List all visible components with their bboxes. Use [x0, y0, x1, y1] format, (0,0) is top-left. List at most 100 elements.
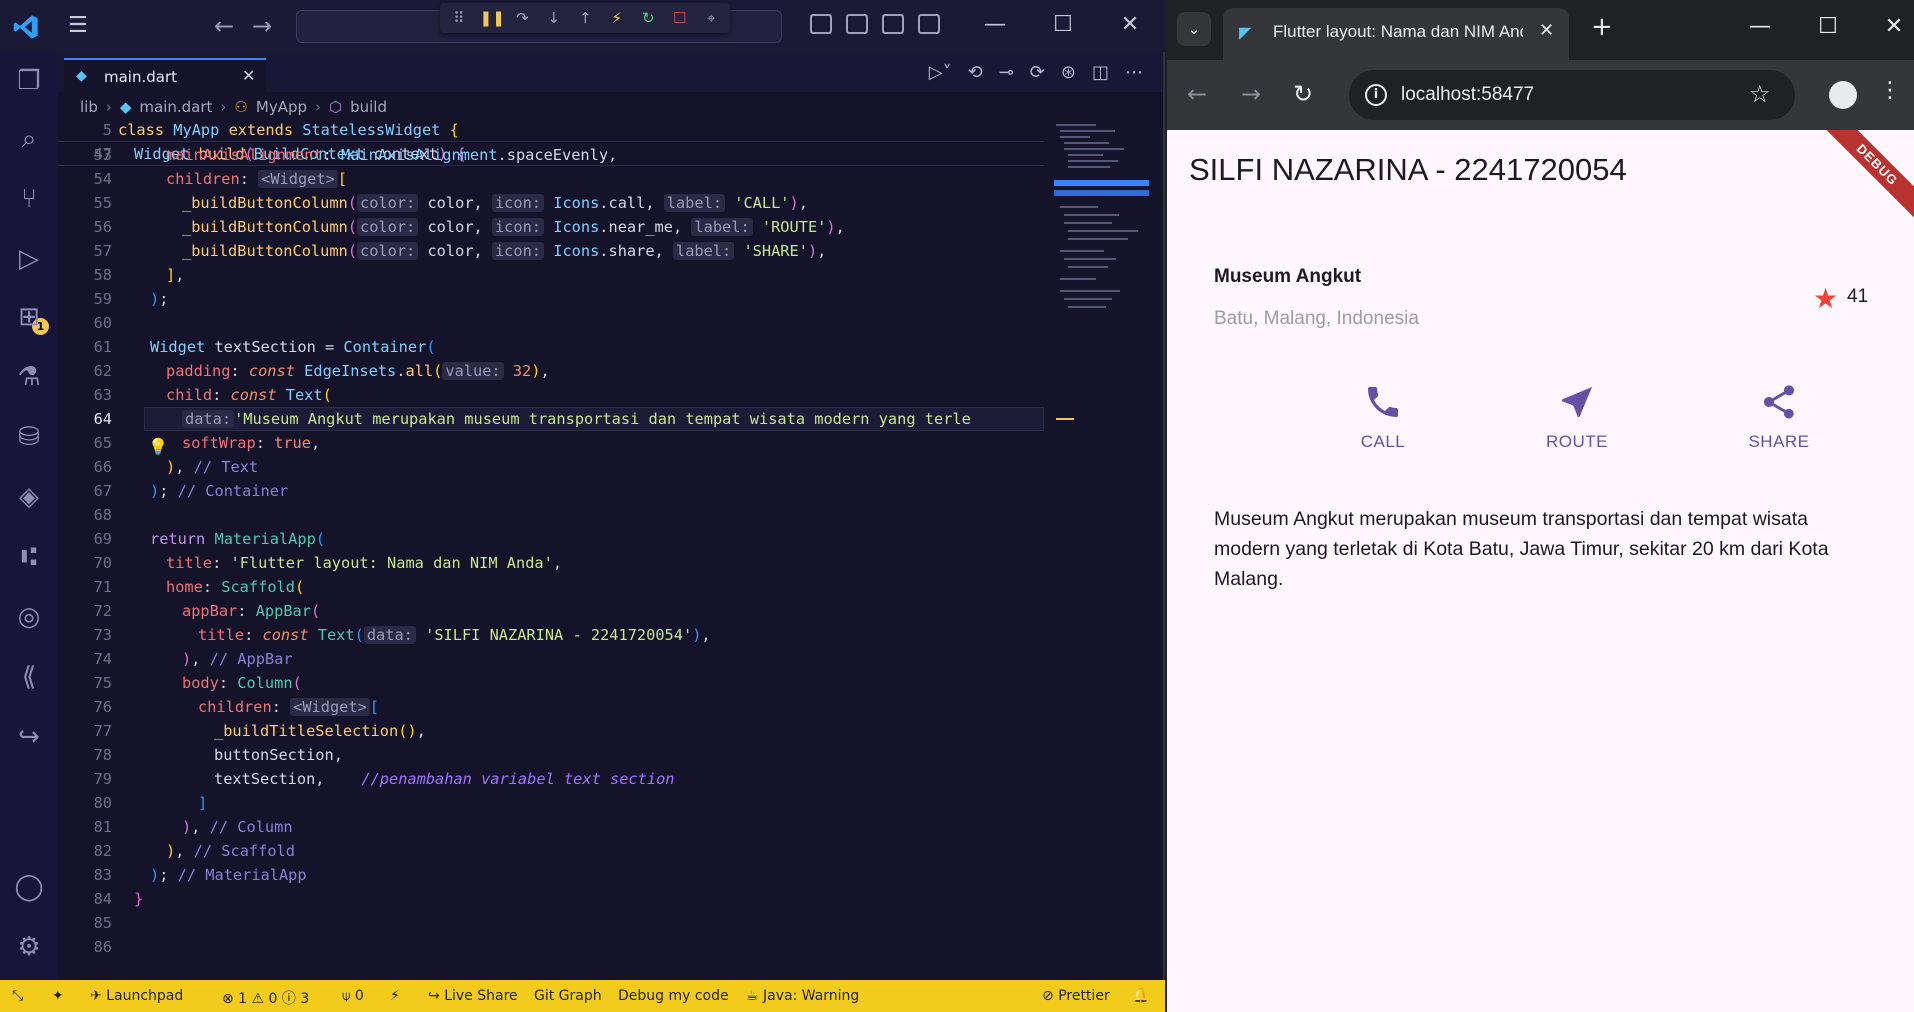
site-info-icon[interactable]: i [1365, 84, 1387, 106]
open-changes-icon[interactable]: ⊛ [1061, 62, 1076, 83]
tab-search-chevron-icon[interactable]: ⌄ [1177, 12, 1211, 46]
step-over-icon[interactable]: ↷ [512, 7, 534, 29]
route-button[interactable]: ROUTE [1517, 382, 1637, 452]
launchpad-button[interactable]: ✈ Launchpad [90, 988, 183, 1004]
remote-explorer-icon[interactable]: ◎ [14, 602, 44, 632]
code-line[interactable]: 61 Widget textSection = Container( [58, 335, 1044, 359]
forward-arrow-icon[interactable]: → [252, 12, 272, 40]
code-line[interactable]: 69 return MaterialApp( [58, 527, 1044, 551]
code-line[interactable]: 63 child: const Text( [58, 383, 1044, 407]
live-share-icon[interactable]: ↪ [14, 722, 44, 752]
minimap[interactable] [1050, 118, 1150, 980]
call-button[interactable]: CALL [1323, 382, 1443, 452]
code-line[interactable]: 77 _buildTitleSelection(), [58, 719, 1044, 743]
code-line[interactable]: 85 [58, 911, 1044, 935]
inspect-widget-icon[interactable]: ⌖ [701, 7, 723, 29]
toggle-secondary-sidebar-icon[interactable] [882, 14, 904, 34]
code-line[interactable]: 55 _buildButtonColumn(color: color, icon:… [58, 191, 1044, 215]
testing-icon[interactable]: ⚗ [14, 362, 44, 392]
toggle-panel-icon[interactable] [846, 14, 868, 34]
code-line[interactable]: 60 [58, 311, 1044, 335]
code-line[interactable]: 84} [58, 887, 1044, 911]
git-graph-icon[interactable]: ⑆ [14, 542, 44, 572]
code-line[interactable]: 82), // Scaffold [58, 839, 1044, 863]
go-forward-icon[interactable]: ⟳ [1030, 62, 1045, 83]
close-icon[interactable]: ✕ [1879, 14, 1909, 39]
breadcrumb-method[interactable]: build [350, 98, 387, 116]
code-line[interactable]: 58], [58, 263, 1044, 287]
chrome-menu-icon[interactable]: ⋮ [1879, 78, 1901, 103]
debug-session-icon[interactable]: ✦ [52, 988, 64, 1004]
drag-handle-icon[interactable]: ⠿ [448, 7, 470, 29]
code-line[interactable]: 56 _buildButtonColumn(color: color, icon:… [58, 215, 1044, 239]
breadcrumb-file[interactable]: main.dart [139, 98, 212, 116]
prettier-button[interactable]: ⊘ Prettier [1042, 988, 1110, 1004]
code-line[interactable]: 83); // MaterialApp [58, 863, 1044, 887]
layers-icon[interactable]: ◈ [14, 482, 44, 512]
remote-icon[interactable]: ⤡ [12, 988, 23, 1004]
notifications-bell-icon[interactable]: 🔔 [1132, 988, 1149, 1004]
back-arrow-icon[interactable]: ← [214, 12, 234, 40]
restart-icon[interactable]: ↻ [638, 7, 660, 29]
code-line[interactable]: 68 [58, 503, 1044, 527]
maximize-icon[interactable]: ☐ [1813, 14, 1843, 39]
breadcrumb-lib[interactable]: lib [80, 98, 98, 116]
code-line[interactable]: 54 children: <Widget>[ [58, 167, 1044, 191]
more-actions-icon[interactable]: ⋯ [1125, 62, 1143, 83]
menu-icon[interactable]: ☰ [68, 15, 94, 37]
code-line[interactable]: 73 title: const Text(data: 'SILFI NAZARIN… [58, 623, 1044, 647]
source-control-icon[interactable]: ⑂ [14, 184, 44, 214]
flutter-icon[interactable]: ⟪ [14, 662, 44, 692]
extensions-icon[interactable]: ⊞ [14, 302, 44, 332]
code-line[interactable]: 62 padding: const EdgeInsets.all(value: 3… [58, 359, 1044, 383]
customize-layout-icon[interactable] [918, 14, 940, 34]
debug-my-code-button[interactable]: Debug my code [618, 988, 729, 1004]
close-icon[interactable]: ✕ [1115, 12, 1145, 37]
toggle-primary-sidebar-icon[interactable] [810, 14, 832, 34]
lightbulb-icon[interactable]: 💡 [148, 437, 168, 456]
maximize-icon[interactable]: ☐ [1048, 12, 1078, 37]
code-line[interactable]: 57 _buildButtonColumn(color: color, icon:… [58, 239, 1044, 263]
code-line[interactable]: 72 appBar: AppBar( [58, 599, 1044, 623]
code-line[interactable]: 79 textSection, //penambahan variabel tex… [58, 767, 1044, 791]
reload-icon[interactable]: ↻ [1293, 80, 1313, 108]
tab-close-icon[interactable]: ✕ [242, 66, 255, 85]
database-icon[interactable]: ⛁ [14, 422, 44, 452]
url-text[interactable]: localhost:58477 [1401, 84, 1534, 106]
code-line[interactable]: 74), // AppBar [58, 647, 1044, 671]
new-tab-plus-icon[interactable]: + [1591, 12, 1613, 42]
code-line[interactable]: 59); [58, 287, 1044, 311]
code-line[interactable]: 75 body: Column( [58, 671, 1044, 695]
java-status-button[interactable]: ☕ Java: Warning [746, 988, 859, 1004]
code-line[interactable]: 65 softWrap: true, [58, 431, 1044, 455]
code-line[interactable]: 81), // Column [58, 815, 1044, 839]
code-line[interactable]: 66), // Text [58, 455, 1044, 479]
breadcrumb-class[interactable]: MyApp [256, 98, 307, 116]
run-debug-icon[interactable]: ▷ [14, 244, 44, 274]
run-icon[interactable]: ⚡ [390, 988, 400, 1004]
code-line[interactable]: 67); // Container [58, 479, 1044, 503]
timeline-icon[interactable]: ⊸ [999, 62, 1014, 83]
accounts-icon[interactable]: ◯ [14, 872, 44, 902]
hot-reload-icon[interactable]: ⚡ [606, 7, 628, 29]
search-icon[interactable]: ⌕ [14, 124, 44, 154]
code-line[interactable]: 80] [58, 791, 1044, 815]
code-line[interactable]: 71 home: Scaffold( [58, 575, 1044, 599]
pause-icon[interactable]: ❚❚ [480, 7, 505, 29]
step-into-icon[interactable]: ↓ [543, 7, 565, 29]
git-graph-button[interactable]: Git Graph [534, 988, 602, 1004]
code-editor[interactable]: 5 class MyApp extends StatelessWidget { 4… [58, 118, 1044, 980]
run-menu-icon[interactable]: ▷˅ [929, 62, 952, 83]
tab-close-icon[interactable]: ✕ [1539, 20, 1554, 41]
chrome-tab-active[interactable]: ◤ Flutter layout: Nama dan NIM Anda ✕ [1223, 8, 1569, 60]
bookmark-star-icon[interactable]: ☆ [1749, 80, 1771, 108]
code-line[interactable]: 5 class MyApp extends StatelessWidget { [58, 118, 1044, 142]
explorer-icon[interactable]: ❐ [14, 66, 44, 96]
minimize-icon[interactable]: — [1745, 14, 1775, 39]
share-button[interactable]: SHARE [1719, 382, 1839, 452]
settings-gear-icon[interactable]: ⚙ [14, 932, 44, 962]
ports-button[interactable]: ⍦ 0 [342, 988, 364, 1004]
address-bar[interactable]: i localhost:58477 ☆ [1349, 70, 1795, 120]
code-line[interactable]: 70 title: 'Flutter layout: Nama dan NIM A… [58, 551, 1044, 575]
split-editor-icon[interactable]: ◫ [1092, 62, 1109, 83]
